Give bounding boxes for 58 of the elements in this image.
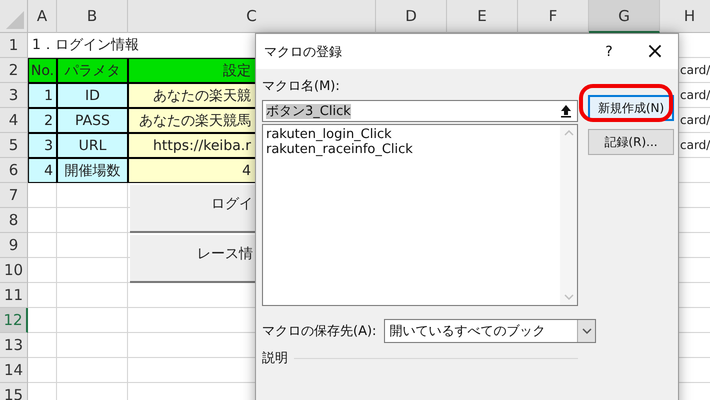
row-header[interactable]: 14 bbox=[0, 358, 28, 383]
description-label: 説明 bbox=[262, 350, 288, 367]
table-cell: No. bbox=[28, 58, 57, 83]
store-dropdown[interactable]: 開いているすべてのブック bbox=[384, 319, 596, 343]
column-header[interactable]: C bbox=[128, 0, 376, 33]
table-cell bbox=[28, 333, 57, 358]
select-all-corner[interactable] bbox=[0, 0, 28, 33]
scroll-up-icon[interactable] bbox=[564, 129, 574, 136]
scroll-down-icon[interactable] bbox=[564, 294, 574, 301]
table-cell bbox=[28, 233, 57, 258]
table-cell: 4 bbox=[28, 158, 57, 183]
row-header[interactable]: 11 bbox=[0, 283, 28, 308]
table-cell bbox=[28, 183, 57, 208]
column-header[interactable]: D bbox=[376, 0, 447, 33]
column-header[interactable]: E bbox=[447, 0, 518, 33]
row-header[interactable]: 15 bbox=[0, 383, 28, 400]
row-header[interactable]: 6 bbox=[0, 158, 28, 183]
column-header[interactable]: A bbox=[28, 0, 57, 33]
table-cell bbox=[28, 308, 57, 333]
row-header[interactable]: 5 bbox=[0, 133, 28, 158]
table-cell bbox=[57, 258, 128, 283]
row-header[interactable]: 12 bbox=[0, 308, 28, 333]
row-header[interactable]: 4 bbox=[0, 108, 28, 133]
table-cell bbox=[28, 283, 57, 308]
table-cell: 2 bbox=[28, 108, 57, 133]
column-header[interactable]: F bbox=[518, 0, 589, 33]
dialog-title: マクロの登録 bbox=[264, 44, 343, 60]
table-cell: ID bbox=[57, 83, 128, 108]
row-header[interactable]: 8 bbox=[0, 208, 28, 233]
chevron-down-icon bbox=[582, 328, 592, 334]
dialog-button[interactable]: 記録(R)... bbox=[588, 129, 674, 155]
row-header[interactable]: 7 bbox=[0, 183, 28, 208]
help-button[interactable]: ? bbox=[586, 34, 632, 69]
table-cell bbox=[57, 233, 128, 258]
table-cell: パラメタ bbox=[57, 58, 128, 83]
collapse-icon[interactable] bbox=[559, 104, 573, 118]
row-header[interactable]: 9 bbox=[0, 233, 28, 258]
row-header[interactable]: 2 bbox=[0, 58, 28, 83]
table-cell: 3 bbox=[28, 133, 57, 158]
macro-name-field[interactable]: ボタン3_Click bbox=[262, 100, 578, 122]
table-cell: 1 bbox=[28, 83, 57, 108]
table-cell bbox=[57, 208, 128, 233]
table-cell: PASS bbox=[57, 108, 128, 133]
row-header[interactable]: 13 bbox=[0, 333, 28, 358]
store-label: マクロの保存先(A): bbox=[262, 323, 376, 340]
table-cell: 開催場数 bbox=[57, 158, 128, 183]
column-header[interactable]: H bbox=[660, 0, 710, 33]
close-button[interactable]: × bbox=[632, 34, 678, 69]
table-cell bbox=[28, 258, 57, 283]
table-cell: URL bbox=[57, 133, 128, 158]
row-header[interactable]: 1 bbox=[0, 33, 28, 58]
table-cell bbox=[28, 208, 57, 233]
table-cell bbox=[28, 358, 57, 383]
table-cell bbox=[57, 183, 128, 208]
column-header[interactable]: B bbox=[57, 0, 128, 33]
row-header[interactable]: 10 bbox=[0, 258, 28, 283]
column-header[interactable]: G bbox=[589, 0, 660, 33]
row-header[interactable]: 3 bbox=[0, 83, 28, 108]
